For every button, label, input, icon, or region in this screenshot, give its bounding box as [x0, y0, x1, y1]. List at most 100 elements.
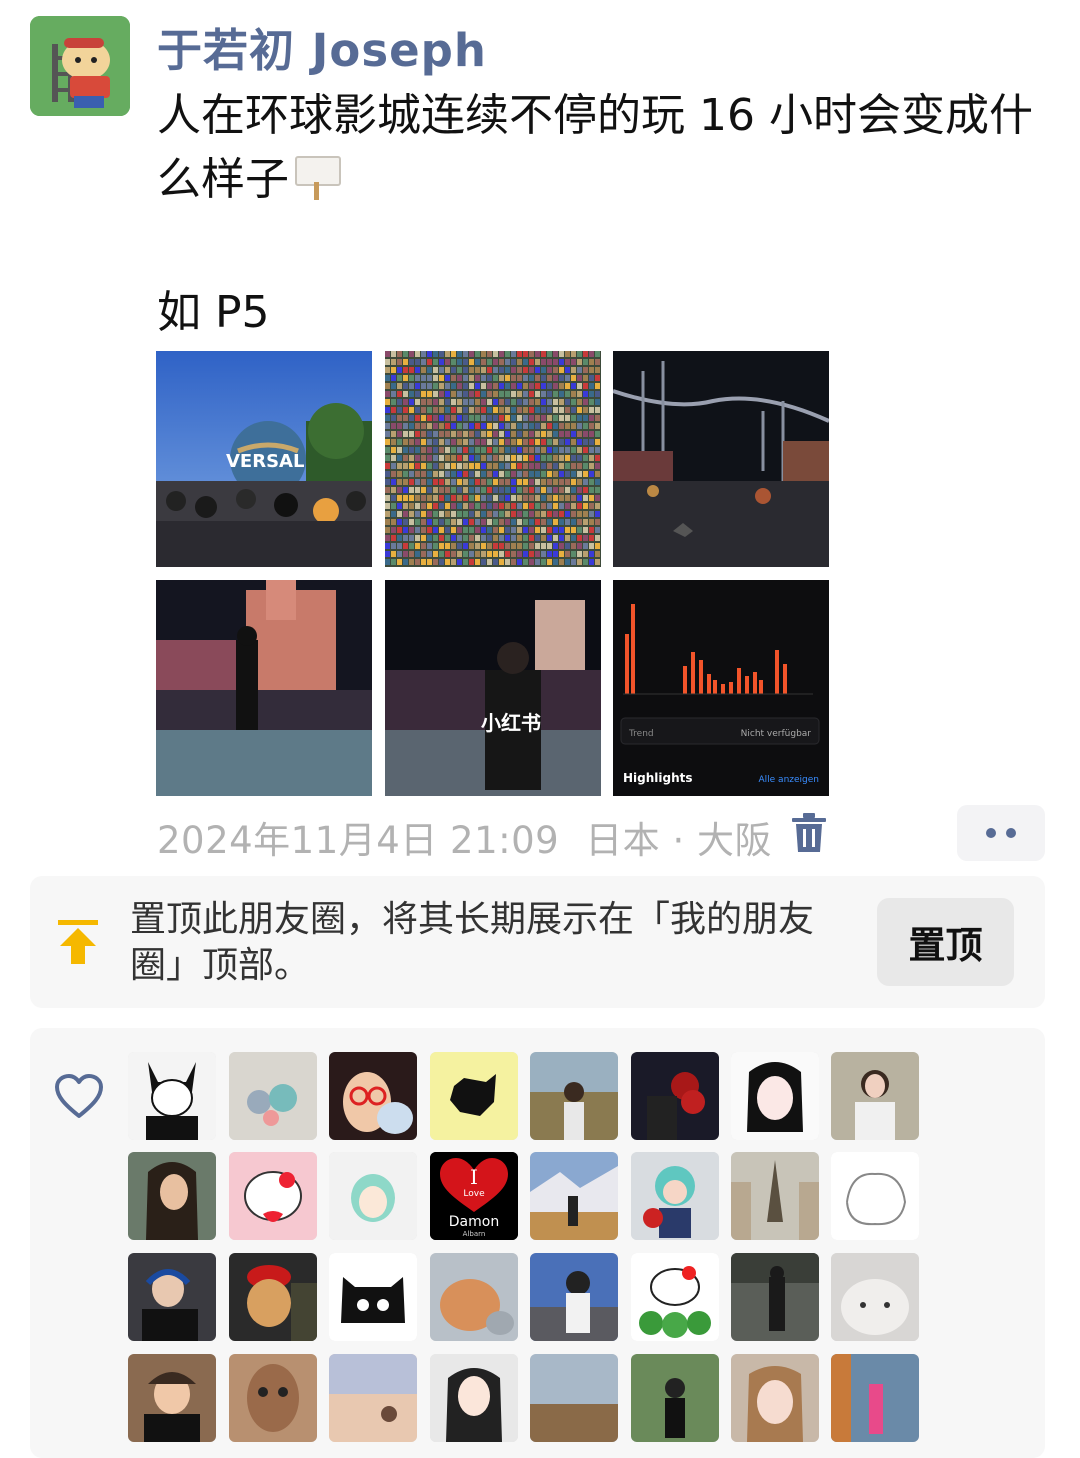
- mosaic-tile: [385, 455, 390, 461]
- liker-avatar[interactable]: [128, 1152, 216, 1240]
- mosaic-tile: [571, 431, 576, 437]
- liker-avatar[interactable]: [229, 1052, 317, 1140]
- mosaic-tile: [457, 431, 462, 437]
- crowd-mosaic-photo[interactable]: [385, 351, 601, 567]
- liker-avatar[interactable]: [128, 1052, 216, 1140]
- author-name[interactable]: 于若初 Joseph: [157, 14, 487, 79]
- mosaic-tile: [529, 487, 534, 493]
- liker-avatar[interactable]: [329, 1152, 417, 1240]
- liker-avatar[interactable]: [128, 1253, 216, 1341]
- mosaic-tile: [583, 551, 588, 557]
- step-chart-screenshot[interactable]: Trend Nicht verfügbar Highlights Alle an…: [613, 580, 829, 796]
- mosaic-tile: [457, 367, 462, 373]
- liker-avatar[interactable]: [631, 1354, 719, 1442]
- night-rollercoaster-photo[interactable]: [613, 351, 829, 567]
- mosaic-tile: [403, 367, 408, 373]
- mosaic-tile: [565, 559, 570, 565]
- mosaic-tile: [595, 367, 600, 373]
- liker-avatar[interactable]: [731, 1052, 819, 1140]
- night-portrait-photo[interactable]: 小红书: [385, 580, 601, 796]
- mosaic-tile: [445, 359, 450, 365]
- mosaic-tile: [433, 439, 438, 445]
- liker-avatar[interactable]: [731, 1253, 819, 1341]
- mosaic-tile: [553, 375, 558, 381]
- mosaic-tile: [391, 447, 396, 453]
- liker-avatar[interactable]: [731, 1152, 819, 1240]
- mosaic-tile: [595, 455, 600, 461]
- mosaic-tile: [595, 535, 600, 541]
- mosaic-tile: [529, 391, 534, 397]
- mosaic-tile: [541, 407, 546, 413]
- liker-avatar[interactable]: [631, 1253, 719, 1341]
- mosaic-tile: [547, 375, 552, 381]
- mosaic-tile: [409, 511, 414, 517]
- liker-avatar[interactable]: [530, 1354, 618, 1442]
- liker-avatar[interactable]: [229, 1354, 317, 1442]
- mosaic-tile: [505, 351, 510, 357]
- night-street-photo[interactable]: [156, 580, 372, 796]
- pin-button[interactable]: 置顶: [877, 898, 1014, 986]
- mosaic-tile: [553, 383, 558, 389]
- mosaic-tile: [499, 455, 504, 461]
- liker-avatar[interactable]: [831, 1253, 919, 1341]
- trash-icon[interactable]: [790, 812, 828, 854]
- liker-avatar[interactable]: [530, 1253, 618, 1341]
- mosaic-tile: [457, 447, 462, 453]
- sign-emoji: [293, 152, 341, 202]
- svg-text:小红书: 小红书: [481, 711, 541, 735]
- mosaic-tile: [493, 479, 498, 485]
- svg-text:Alle anzeigen: Alle anzeigen: [759, 775, 820, 785]
- liker-avatar[interactable]: I Love Damon Albarn: [430, 1152, 518, 1240]
- mosaic-tile: [559, 495, 564, 501]
- mosaic-tile: [517, 367, 522, 373]
- liker-avatar[interactable]: [229, 1152, 317, 1240]
- liker-avatar[interactable]: [329, 1354, 417, 1442]
- mosaic-tile: [403, 351, 408, 357]
- mosaic-tile: [535, 503, 540, 509]
- mosaic-tile: [511, 367, 516, 373]
- post-meta: 2024年11月4日 21:09 日本 · 大阪: [157, 810, 798, 864]
- mosaic-tile: [541, 479, 546, 485]
- liker-avatar[interactable]: [430, 1354, 518, 1442]
- liker-avatar[interactable]: [128, 1354, 216, 1442]
- liker-avatar[interactable]: [831, 1052, 919, 1140]
- mosaic-tile: [415, 439, 420, 445]
- liker-avatar[interactable]: [329, 1253, 417, 1341]
- mosaic-tile: [481, 495, 486, 501]
- mosaic-tile: [565, 431, 570, 437]
- liker-avatar[interactable]: [329, 1052, 417, 1140]
- mosaic-tile: [499, 519, 504, 525]
- liker-avatar[interactable]: [430, 1052, 518, 1140]
- mosaic-tile: [445, 479, 450, 485]
- mosaic-tile: [469, 535, 474, 541]
- liker-avatar[interactable]: [831, 1152, 919, 1240]
- mosaic-tile: [505, 487, 510, 493]
- mosaic-tile: [547, 559, 552, 565]
- liker-avatar[interactable]: [530, 1052, 618, 1140]
- liker-avatar[interactable]: [831, 1354, 919, 1442]
- post-location[interactable]: 日本 · 大阪: [585, 819, 772, 862]
- mosaic-tile: [475, 383, 480, 389]
- mosaic-tile: [469, 407, 474, 413]
- mosaic-tile: [559, 351, 564, 357]
- mosaic-tile: [481, 359, 486, 365]
- mosaic-tile: [415, 399, 420, 405]
- more-button[interactable]: [957, 805, 1045, 861]
- mosaic-tile: [469, 487, 474, 493]
- mosaic-tile: [451, 455, 456, 461]
- liker-avatar[interactable]: [731, 1354, 819, 1442]
- liker-avatar[interactable]: [631, 1152, 719, 1240]
- mosaic-tile: [571, 439, 576, 445]
- mosaic-tile: [577, 527, 582, 533]
- mosaic-tile: [523, 479, 528, 485]
- mosaic-tile: [385, 423, 390, 429]
- author-avatar[interactable]: [30, 16, 130, 116]
- mosaic-tile: [397, 487, 402, 493]
- mosaic-tile: [451, 447, 456, 453]
- liker-avatar[interactable]: [229, 1253, 317, 1341]
- liker-avatar[interactable]: [631, 1052, 719, 1140]
- liker-avatar[interactable]: [430, 1253, 518, 1341]
- liker-avatar[interactable]: [530, 1152, 618, 1240]
- mosaic-tile: [565, 511, 570, 517]
- universal-globe-photo[interactable]: VERSAL: [156, 351, 372, 567]
